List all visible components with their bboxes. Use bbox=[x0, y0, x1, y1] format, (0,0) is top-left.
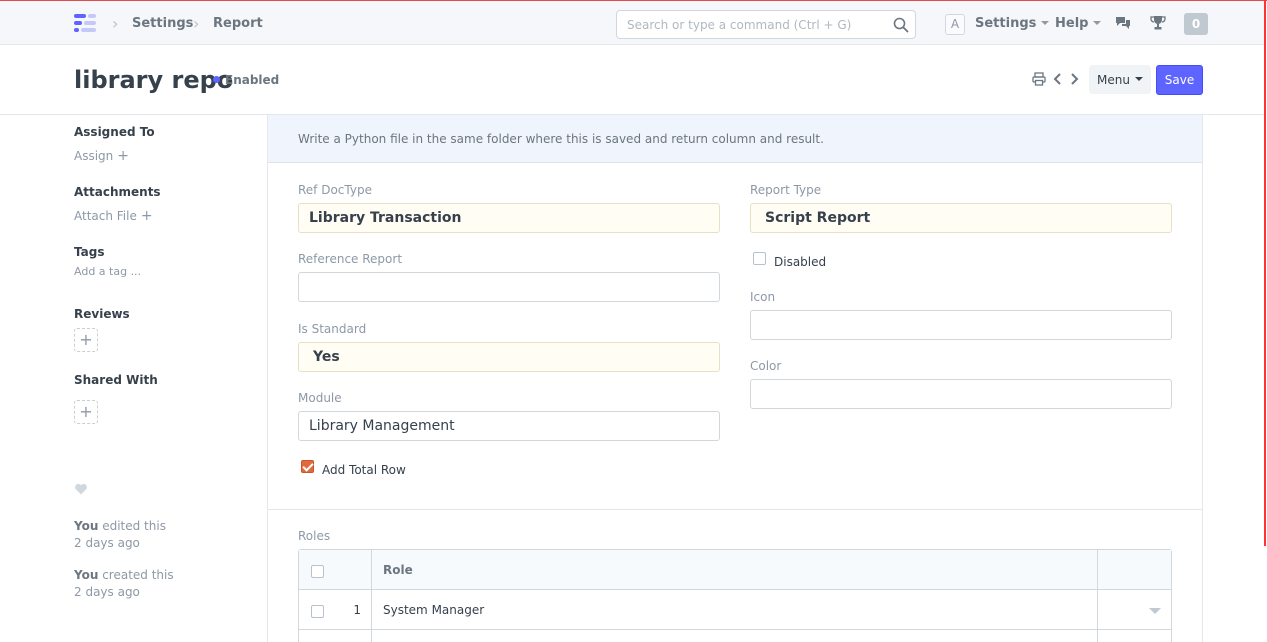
add-total-row-label: Add Total Row bbox=[322, 463, 406, 477]
row-checkbox[interactable] bbox=[311, 605, 324, 618]
menu-button[interactable]: Menu bbox=[1089, 65, 1151, 94]
settings-dropdown[interactable]: Settings bbox=[975, 16, 1050, 32]
user-avatar[interactable]: A bbox=[945, 14, 965, 35]
color-label: Color bbox=[750, 359, 782, 373]
shared-with-label: Shared With bbox=[74, 373, 158, 387]
status-dot-icon bbox=[213, 76, 220, 83]
attach-file-link[interactable]: Attach File + bbox=[74, 208, 153, 224]
icon-field[interactable] bbox=[750, 310, 1172, 340]
help-dropdown-label: Help bbox=[1055, 16, 1089, 31]
assign-link-label: Assign bbox=[74, 149, 114, 163]
heart-icon[interactable] bbox=[74, 482, 88, 496]
add-total-row-checkbox[interactable] bbox=[301, 460, 314, 473]
form-help-message: Write a Python file in the same folder w… bbox=[268, 115, 1202, 163]
grid-divider bbox=[1097, 550, 1098, 642]
plus-icon: + bbox=[140, 208, 153, 224]
next-record-icon[interactable] bbox=[1067, 72, 1081, 86]
caret-down-icon bbox=[1041, 20, 1050, 25]
assign-link[interactable]: Assign + bbox=[74, 148, 129, 164]
disabled-label: Disabled bbox=[774, 255, 827, 269]
page-title: library repo bbox=[74, 66, 234, 94]
notification-badge[interactable]: 0 bbox=[1184, 13, 1208, 35]
status-text: Enabled bbox=[225, 73, 280, 87]
status-indicator: Enabled bbox=[213, 72, 279, 88]
icon-label: Icon bbox=[750, 290, 776, 304]
roles-label: Roles bbox=[298, 529, 331, 543]
roles-grid: Role 1 System Manager bbox=[298, 549, 1172, 642]
is-standard-field[interactable]: Yes bbox=[298, 342, 720, 372]
print-icon[interactable] bbox=[1032, 72, 1046, 86]
table-row[interactable]: 1 System Manager bbox=[299, 590, 1171, 630]
timeline-user[interactable]: You bbox=[74, 568, 98, 582]
app-logo-icon[interactable] bbox=[74, 13, 98, 37]
report-type-label: Report Type bbox=[750, 183, 822, 197]
caret-down-icon bbox=[1134, 77, 1143, 81]
settings-dropdown-label: Settings bbox=[975, 16, 1037, 31]
search-input[interactable] bbox=[617, 11, 877, 38]
grid-header: Role bbox=[299, 550, 1171, 590]
table-row bbox=[299, 630, 1171, 642]
comments-icon[interactable] bbox=[1115, 15, 1131, 31]
section-divider bbox=[268, 509, 1202, 510]
breadcrumb-report[interactable]: Report bbox=[213, 16, 263, 32]
attachments-label: Attachments bbox=[74, 185, 161, 199]
caret-down-icon bbox=[1093, 20, 1102, 25]
chevron-right-icon: › bbox=[193, 14, 200, 33]
timeline-action: edited this bbox=[102, 519, 166, 533]
add-share-button[interactable]: + bbox=[74, 400, 98, 424]
reference-report-label: Reference Report bbox=[298, 252, 403, 266]
search-box bbox=[616, 10, 916, 39]
timeline-item: You created this 2 days ago bbox=[74, 567, 174, 601]
reviews-label: Reviews bbox=[74, 307, 130, 321]
timeline-time: 2 days ago bbox=[74, 585, 140, 599]
navbar: › Settings › Report A Settings Help 0 bbox=[0, 4, 1264, 45]
role-column-header: Role bbox=[383, 563, 413, 577]
tags-label: Tags bbox=[74, 245, 105, 259]
reference-report-field[interactable] bbox=[298, 272, 720, 302]
select-all-checkbox[interactable] bbox=[311, 565, 324, 578]
add-tag-link[interactable]: Add a tag ... bbox=[74, 265, 141, 279]
form-main: Write a Python file in the same folder w… bbox=[267, 115, 1203, 642]
disabled-checkbox[interactable] bbox=[753, 252, 766, 265]
timeline-time: 2 days ago bbox=[74, 536, 140, 550]
search-icon[interactable] bbox=[893, 17, 909, 33]
ref-doctype-label: Ref DocType bbox=[298, 183, 372, 197]
save-button[interactable]: Save bbox=[1156, 65, 1203, 95]
report-type-select[interactable]: Script Report bbox=[750, 203, 1172, 233]
timeline-action: created this bbox=[102, 568, 174, 582]
row-index: 1 bbox=[353, 603, 361, 617]
row-edit-caret-icon[interactable] bbox=[1149, 608, 1161, 614]
previous-record-icon[interactable] bbox=[1051, 72, 1065, 86]
timeline-user[interactable]: You bbox=[74, 519, 98, 533]
grid-divider bbox=[371, 550, 372, 642]
trophy-icon[interactable] bbox=[1150, 15, 1166, 31]
menu-button-label: Menu bbox=[1097, 72, 1130, 87]
attach-file-link-label: Attach File bbox=[74, 209, 137, 223]
plus-icon: + bbox=[117, 148, 130, 164]
assigned-to-label: Assigned To bbox=[74, 125, 155, 139]
right-edge-line bbox=[1264, 0, 1266, 546]
color-field[interactable] bbox=[750, 379, 1172, 409]
chevron-right-icon: › bbox=[112, 14, 119, 33]
ref-doctype-field[interactable]: Library Transaction bbox=[298, 203, 720, 233]
page-head: library repo Enabled Menu Save bbox=[0, 45, 1264, 115]
add-review-button[interactable]: + bbox=[74, 328, 98, 352]
breadcrumb-settings[interactable]: Settings bbox=[132, 16, 193, 32]
module-field[interactable]: Library Management bbox=[298, 411, 720, 441]
module-label: Module bbox=[298, 391, 342, 405]
role-cell[interactable]: System Manager bbox=[383, 602, 484, 618]
help-dropdown[interactable]: Help bbox=[1055, 16, 1102, 32]
timeline-item: You edited this 2 days ago bbox=[74, 518, 166, 552]
is-standard-label: Is Standard bbox=[298, 322, 367, 336]
